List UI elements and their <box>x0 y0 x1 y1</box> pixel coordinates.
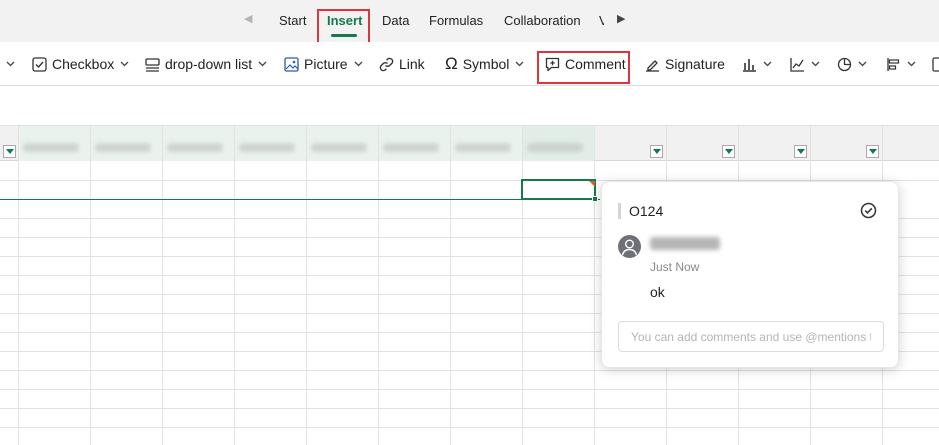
filter-icon[interactable] <box>722 145 735 158</box>
active-row-indicator <box>0 199 600 200</box>
pie-chart-button[interactable] <box>837 54 867 74</box>
bar-chart-button[interactable] <box>742 54 772 74</box>
grid-line <box>162 161 163 445</box>
filter-icon[interactable] <box>866 145 879 158</box>
chevron-down-icon <box>907 61 916 67</box>
bar-chart-icon <box>743 58 756 72</box>
dropdown-list-label: drop-down list <box>165 56 253 72</box>
tab-formulas[interactable]: Formulas <box>429 13 483 28</box>
picture-label: Picture <box>304 56 348 72</box>
line-chart-button[interactable] <box>790 54 820 74</box>
tab-collaboration[interactable]: Collaboration <box>504 13 581 28</box>
dropdown-list-button[interactable]: drop-down list <box>145 54 267 74</box>
picture-button[interactable]: Picture <box>284 54 363 74</box>
comment-indicator-icon <box>589 181 595 187</box>
comment-timestamp: Just Now <box>650 260 700 274</box>
symbol-icon: Ω <box>445 54 458 73</box>
comment-popup: O124 Just Now ok <box>601 181 899 368</box>
line-chart-icon <box>790 57 804 72</box>
redacted-header-text <box>527 143 583 152</box>
filter-icon[interactable] <box>650 145 663 158</box>
tab-scroll-left-icon[interactable]: ◀ <box>244 12 252 25</box>
comment-author-redacted <box>650 237 720 250</box>
signature-icon <box>646 59 659 72</box>
column-header[interactable] <box>307 126 379 161</box>
align-icon <box>887 57 900 71</box>
tab-next-truncated[interactable]: V <box>599 13 604 28</box>
column-header[interactable] <box>451 126 523 161</box>
symbol-label: Symbol <box>462 56 510 72</box>
grid-line <box>90 161 91 445</box>
link-icon <box>379 57 394 71</box>
grid-line <box>18 161 19 445</box>
ribbon-tab-bar: ◀ Start Insert Data Formulas Collaborati… <box>0 0 939 48</box>
grid-line <box>234 161 235 445</box>
column-header[interactable] <box>91 126 163 161</box>
prev-tool-caret[interactable] <box>6 54 15 74</box>
checkbox-icon <box>32 56 47 72</box>
grid-line <box>0 370 939 371</box>
signature-button[interactable]: Signature <box>645 54 725 74</box>
column-header[interactable] <box>379 126 451 161</box>
resolve-icon[interactable] <box>860 202 877 219</box>
link-button[interactable]: Link <box>379 54 425 74</box>
chevron-down-icon <box>6 61 15 67</box>
comment-button-highlight <box>537 51 630 84</box>
chevron-down-icon <box>515 61 524 67</box>
column-header[interactable] <box>883 126 939 161</box>
redacted-header-text <box>455 143 511 152</box>
formula-bar[interactable] <box>0 86 939 126</box>
link-label: Link <box>399 56 425 72</box>
redacted-header-text <box>311 143 367 152</box>
tab-scroll-right-icon[interactable]: ▶ <box>617 12 625 25</box>
align-objects-button[interactable] <box>886 54 916 74</box>
fill-handle[interactable] <box>592 196 598 202</box>
redacted-header-text <box>239 143 295 152</box>
chevron-down-icon <box>354 61 363 67</box>
signature-label: Signature <box>665 56 725 72</box>
grid-line <box>450 161 451 445</box>
chevron-down-icon <box>858 61 867 67</box>
insert-toolbar: Checkbox drop-down list Picture Link Ω S… <box>0 42 939 86</box>
comment-reply-input[interactable] <box>618 321 884 352</box>
column-header[interactable] <box>19 126 91 161</box>
chevron-down-icon <box>811 61 820 67</box>
chevron-down-icon <box>120 61 129 67</box>
dropdown-list-icon <box>145 57 160 72</box>
checkbox-button[interactable]: Checkbox <box>32 54 129 74</box>
redacted-header-text <box>23 143 79 152</box>
grid-line <box>0 389 939 390</box>
comment-text: ok <box>650 284 665 300</box>
column-header[interactable] <box>235 126 307 161</box>
column-header[interactable] <box>163 126 235 161</box>
chevron-down-icon <box>763 61 772 67</box>
filter-icon[interactable] <box>3 145 16 158</box>
checkbox-label: Checkbox <box>52 56 115 72</box>
grid-line <box>306 161 307 445</box>
cell-ref-marker <box>618 203 621 219</box>
more-icon <box>932 56 939 72</box>
redacted-header-text <box>167 143 223 152</box>
tab-data[interactable]: Data <box>382 13 409 28</box>
comment-cell-ref: O124 <box>629 203 664 219</box>
tab-start[interactable]: Start <box>279 13 306 28</box>
more-tools-button[interactable] <box>932 54 939 74</box>
selected-cell[interactable] <box>521 179 596 200</box>
chevron-down-icon <box>258 61 267 67</box>
redacted-header-text <box>383 143 439 152</box>
grid-line <box>0 408 939 409</box>
symbol-button[interactable]: Ω Symbol <box>445 54 524 74</box>
picture-icon <box>284 56 299 72</box>
pie-chart-icon <box>837 57 852 71</box>
redacted-header-text <box>95 143 151 152</box>
filter-icon[interactable] <box>794 145 807 158</box>
column-header-selected[interactable] <box>523 126 595 161</box>
user-avatar-icon <box>618 235 641 258</box>
grid-line <box>0 427 939 428</box>
column-header-row <box>0 126 939 161</box>
grid-line <box>378 161 379 445</box>
grid-line <box>594 161 595 445</box>
grid-line <box>522 161 523 445</box>
